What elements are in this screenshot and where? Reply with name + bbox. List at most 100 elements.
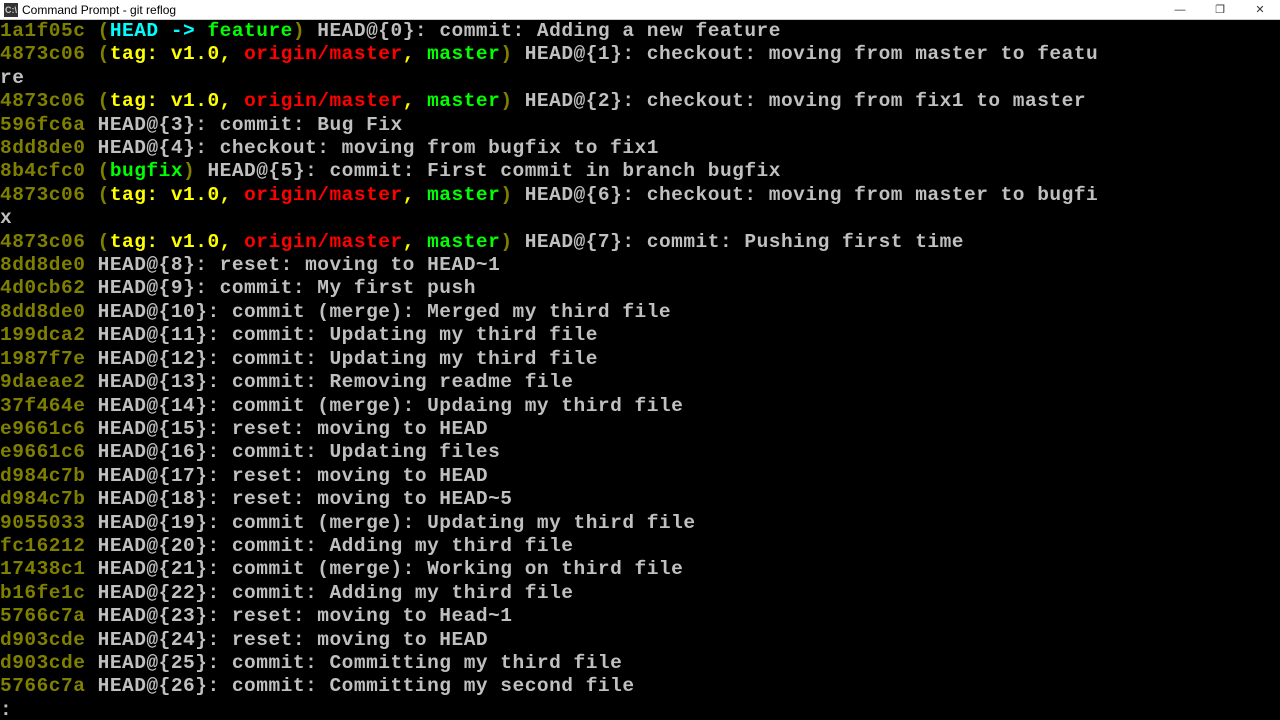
sp — [85, 114, 97, 136]
reflog-line: 4873c06 (tag: v1.0, origin/master, maste… — [0, 43, 1280, 66]
reflog-message: commit: First commit in branch bugfix — [329, 160, 780, 182]
sep: : — [622, 43, 646, 65]
reflog-message: commit: Adding my third file — [232, 535, 574, 557]
ref-part: , — [403, 43, 427, 65]
pager-prompt-char: : — [0, 699, 12, 720]
ref-part: master — [427, 43, 500, 65]
reflog-message: checkout: moving from master to bugfi — [647, 184, 1098, 206]
reflog-line: 596fc6a HEAD@{3}: commit: Bug Fix — [0, 114, 1280, 137]
commit-hash: 8dd8de0 — [0, 301, 85, 323]
sp — [85, 20, 97, 42]
reflog-message: commit: Pushing first time — [647, 231, 964, 253]
reflog-selector: HEAD@{22} — [98, 582, 208, 604]
refs-open: ( — [98, 184, 110, 206]
sp — [85, 418, 97, 440]
commit-hash: 37f464e — [0, 395, 85, 417]
reflog-line: e9661c6 HEAD@{15}: reset: moving to HEAD — [0, 418, 1280, 441]
sep: : — [207, 371, 231, 393]
reflog-line: 1a1f05c (HEAD -> feature) HEAD@{0}: comm… — [0, 20, 1280, 43]
reflog-selector: HEAD@{23} — [98, 605, 208, 627]
reflog-selector: HEAD@{24} — [98, 629, 208, 651]
pager-prompt[interactable]: : — [0, 699, 1280, 720]
sep: : — [207, 558, 231, 580]
reflog-message: commit: Removing readme file — [232, 371, 574, 393]
reflog-selector: HEAD@{3} — [98, 114, 196, 136]
ref-part: origin/master — [244, 231, 403, 253]
reflog-line: d984c7b HEAD@{18}: reset: moving to HEAD… — [0, 488, 1280, 511]
ref-part: , — [220, 90, 244, 112]
commit-hash: 199dca2 — [0, 324, 85, 346]
reflog-selector: HEAD@{21} — [98, 558, 208, 580]
reflog-line: 4873c06 (tag: v1.0, origin/master, maste… — [0, 90, 1280, 113]
reflog-message: commit (merge): Merged my third file — [232, 301, 671, 323]
reflog-selector: HEAD@{0} — [317, 20, 415, 42]
refs-open: ( — [98, 20, 110, 42]
refs-close: ) — [293, 20, 305, 42]
reflog-line: 8b4cfc0 (bugfix) HEAD@{5}: commit: First… — [0, 160, 1280, 183]
sep: : — [207, 512, 231, 534]
reflog-selector: HEAD@{12} — [98, 348, 208, 370]
reflog-message: reset: moving to HEAD~5 — [232, 488, 513, 510]
close-button[interactable]: ✕ — [1240, 0, 1280, 20]
refs-close: ) — [500, 231, 512, 253]
reflog-message: commit: Committing my third file — [232, 652, 622, 674]
sep: : — [195, 137, 219, 159]
reflog-line: 199dca2 HEAD@{11}: commit: Updating my t… — [0, 324, 1280, 347]
titlebar-right: — ❐ ✕ — [1160, 0, 1280, 20]
sp — [85, 558, 97, 580]
ref-part: origin/master — [244, 43, 403, 65]
commit-hash: fc16212 — [0, 535, 85, 557]
reflog-message: reset: moving to HEAD~1 — [220, 254, 501, 276]
commit-hash: 4873c06 — [0, 184, 85, 206]
commit-hash: 9daeae2 — [0, 371, 85, 393]
sep: : — [207, 652, 231, 674]
sp — [85, 395, 97, 417]
maximize-button[interactable]: ❐ — [1200, 0, 1240, 20]
sp — [195, 160, 207, 182]
reflog-selector: HEAD@{15} — [98, 418, 208, 440]
sp — [85, 488, 97, 510]
reflog-selector: HEAD@{20} — [98, 535, 208, 557]
reflog-message: reset: moving to Head~1 — [232, 605, 513, 627]
reflog-selector: HEAD@{13} — [98, 371, 208, 393]
minimize-button[interactable]: — — [1160, 0, 1200, 20]
sep: : — [305, 160, 329, 182]
sep: : — [207, 629, 231, 651]
commit-hash: 9055033 — [0, 512, 85, 534]
commit-hash: 17438c1 — [0, 558, 85, 580]
sep: : — [207, 395, 231, 417]
sp — [85, 371, 97, 393]
reflog-selector: HEAD@{11} — [98, 324, 208, 346]
sp — [85, 512, 97, 534]
reflog-line: 9055033 HEAD@{19}: commit (merge): Updat… — [0, 512, 1280, 535]
sp — [513, 43, 525, 65]
refs-close: ) — [500, 184, 512, 206]
refs-close: ) — [500, 90, 512, 112]
reflog-line: 17438c1 HEAD@{21}: commit (merge): Worki… — [0, 558, 1280, 581]
reflog-line: 8dd8de0 HEAD@{8}: reset: moving to HEAD~… — [0, 254, 1280, 277]
sp — [85, 675, 97, 697]
ref-part: tag: v1.0 — [110, 90, 220, 112]
terminal-output[interactable]: 1a1f05c (HEAD -> feature) HEAD@{0}: comm… — [0, 20, 1280, 720]
reflog-selector: HEAD@{8} — [98, 254, 196, 276]
commit-hash: 4873c06 — [0, 231, 85, 253]
reflog-line: d903cde HEAD@{24}: reset: moving to HEAD — [0, 629, 1280, 652]
commit-hash: b16fe1c — [0, 582, 85, 604]
sp — [85, 90, 97, 112]
commit-hash: 4d0cb62 — [0, 277, 85, 299]
reflog-selector: HEAD@{14} — [98, 395, 208, 417]
reflog-message: commit: Updating my third file — [232, 348, 598, 370]
reflog-selector: HEAD@{18} — [98, 488, 208, 510]
reflog-message: checkout: moving from bugfix to fix1 — [220, 137, 659, 159]
ref-part: HEAD -> — [110, 20, 208, 42]
commit-hash: 5766c7a — [0, 605, 85, 627]
sep: : — [622, 90, 646, 112]
sep: : — [207, 441, 231, 463]
sp — [85, 441, 97, 463]
sep: : — [195, 277, 219, 299]
commit-hash: d903cde — [0, 652, 85, 674]
ref-part: master — [427, 184, 500, 206]
sp — [85, 43, 97, 65]
reflog-message: checkout: moving from master to featu — [647, 43, 1098, 65]
ref-part: , — [403, 90, 427, 112]
